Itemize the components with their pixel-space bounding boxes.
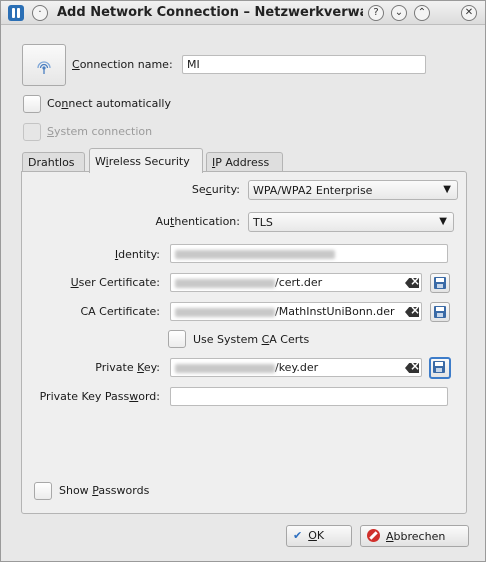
authentication-select[interactable]: TLS ▼	[248, 212, 454, 232]
identity-input[interactable]	[170, 244, 448, 263]
private-key-input[interactable]: /key.der	[170, 358, 422, 377]
dialog-window: · Add Network Connection – Netzwerkverwa…	[0, 0, 486, 562]
redacted-path	[175, 363, 275, 373]
private-key-password-label: Private Key Password:	[39, 390, 160, 403]
use-system-ca-certs-label: Use System CA Certs	[193, 333, 310, 346]
wireless-security-panel: Security: WPA/WPA2 Enterprise ▼ Authenti…	[21, 171, 467, 514]
chevron-down-icon: ▼	[439, 216, 447, 227]
private-key-browse-button[interactable]	[429, 357, 451, 379]
redacted-identity	[175, 249, 335, 259]
user-certificate-browse-button[interactable]	[430, 273, 450, 293]
close-icon[interactable]: ✕	[461, 5, 477, 21]
tab-drahtlos[interactable]: Drahtlos	[22, 152, 85, 172]
private-key-password-input[interactable]	[170, 387, 448, 406]
ok-button[interactable]: ✔ OK	[286, 525, 352, 547]
security-select-value: WPA/WPA2 Enterprise	[253, 184, 373, 197]
connection-name-label: Connection name:	[72, 58, 173, 71]
wireless-signal-icon	[37, 61, 51, 74]
security-label: Security:	[191, 183, 240, 196]
chevron-down-icon: ▼	[443, 184, 451, 195]
ca-certificate-browse-button[interactable]	[430, 302, 450, 322]
checkmark-icon: ✔	[293, 529, 303, 542]
connection-name-input[interactable]: MI	[182, 55, 426, 74]
authentication-label: Authentication:	[155, 215, 240, 228]
system-connection-checkbox	[23, 123, 41, 141]
window-title: Add Network Connection – Netzwerkverwalt…	[57, 5, 363, 20]
user-certificate-input[interactable]: /cert.der	[170, 273, 422, 292]
security-select[interactable]: WPA/WPA2 Enterprise ▼	[248, 180, 458, 200]
tab-ip-address[interactable]: IP Address	[206, 152, 283, 172]
save-icon	[433, 361, 445, 373]
show-passwords-label: Show Passwords	[59, 484, 150, 497]
connection-icon-button[interactable]	[22, 44, 66, 86]
cancel-button[interactable]: Abbrechen	[360, 525, 469, 547]
redacted-path	[175, 278, 275, 288]
tab-wireless-security[interactable]: Wireless Security	[89, 148, 203, 173]
user-certificate-label: User Certificate:	[70, 276, 160, 289]
app-icon[interactable]	[8, 5, 24, 21]
titlebar[interactable]: · Add Network Connection – Netzwerkverwa…	[1, 1, 485, 25]
maximize-icon[interactable]: ⌃	[414, 5, 430, 21]
system-connection-label: System connection	[47, 125, 153, 138]
use-system-ca-certs-checkbox[interactable]	[168, 330, 186, 348]
cancel-icon	[367, 529, 380, 542]
help-icon[interactable]: ?	[368, 5, 384, 21]
minimize-icon[interactable]: ⌄	[391, 5, 407, 21]
private-key-label: Private Key:	[95, 361, 160, 374]
show-passwords-checkbox[interactable]	[34, 482, 52, 500]
ca-certificate-label: CA Certificate:	[80, 305, 160, 318]
identity-label: Identity:	[114, 248, 160, 261]
ca-certificate-input[interactable]: /MathInstUniBonn.der	[170, 302, 422, 321]
connect-automatically-checkbox[interactable]	[23, 95, 41, 113]
save-icon	[434, 277, 446, 289]
menu-dot-icon[interactable]: ·	[32, 5, 48, 21]
save-icon	[434, 306, 446, 318]
redacted-path	[175, 307, 275, 317]
authentication-select-value: TLS	[253, 216, 273, 229]
connect-automatically-label: Connect automatically	[47, 97, 171, 110]
